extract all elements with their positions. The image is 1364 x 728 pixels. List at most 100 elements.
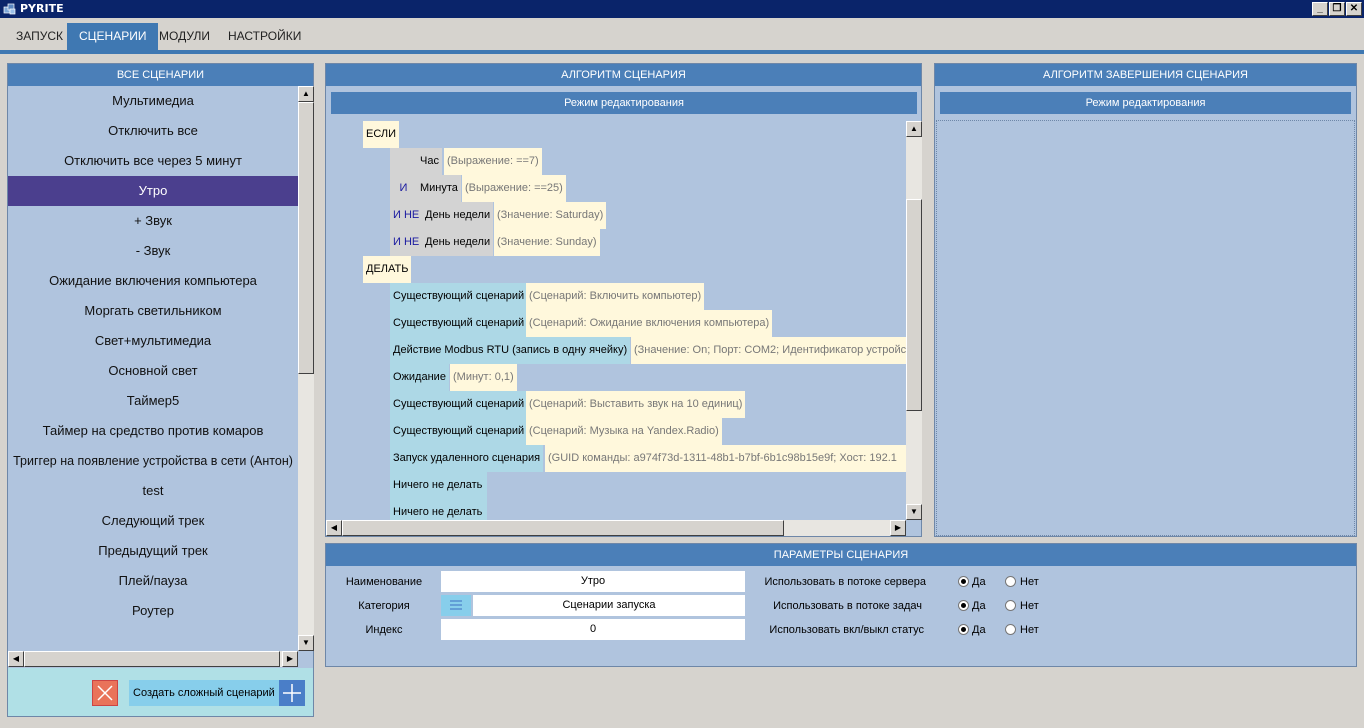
algorithm-vscroll[interactable]: ▲ ▼ [906, 121, 922, 520]
scroll-thumb[interactable] [24, 651, 280, 667]
condition-name[interactable]: День недели [422, 202, 494, 229]
action-name[interactable]: Существующий сценарий [390, 391, 528, 418]
index-label: Индекс [365, 624, 403, 636]
scenario-item[interactable]: test [8, 476, 298, 506]
scroll-right-button[interactable]: ▶ [282, 651, 298, 667]
tab-underline [0, 50, 1364, 54]
main-tabs: ЗАПУСК СЦЕНАРИИ МОДУЛИ НАСТРОЙКИ [0, 18, 1364, 50]
task-thread-label: Использовать в потоке задач [773, 600, 922, 612]
name-field[interactable]: Утро [441, 571, 745, 592]
scenario-item[interactable]: Роутер [8, 596, 298, 626]
server-thread-yes-radio[interactable] [958, 576, 969, 587]
scenario-item[interactable]: Свет+мультимедиа [8, 326, 298, 356]
condition-param[interactable]: (Выражение: ==7) [444, 148, 542, 175]
scroll-down-button[interactable]: ▼ [906, 504, 922, 520]
tab-settings[interactable]: НАСТРОЙКИ [216, 23, 313, 50]
scenario-item[interactable]: Предыдущий трек [8, 536, 298, 566]
scenario-item[interactable]: Ожидание включения компьютера [8, 266, 298, 296]
yes-label: Да [972, 576, 986, 588]
finish-algorithm-canvas[interactable] [936, 120, 1355, 536]
action-name[interactable]: Ничего не делать [390, 499, 487, 520]
tab-launch[interactable]: ЗАПУСК [4, 23, 75, 50]
scenario-item[interactable]: Основной свет [8, 356, 298, 386]
scenario-item[interactable]: Таймер на средство против комаров [8, 416, 298, 446]
no-label: Нет [1020, 576, 1039, 588]
action-name[interactable]: Существующий сценарий [390, 418, 528, 445]
action-param[interactable]: (Сценарий: Включить компьютер) [526, 283, 705, 310]
action-param[interactable]: (Сценарий: Музыка на Yandex.Radio) [526, 418, 722, 445]
scenario-item[interactable]: Триггер на появление устройства в сети (… [8, 446, 298, 476]
add-scenario-button[interactable] [279, 680, 305, 706]
scenario-item[interactable]: Моргать светильником [8, 296, 298, 326]
condition-operator: И [390, 175, 417, 202]
scenario-item[interactable]: Таймер5 [8, 386, 298, 416]
algorithm-mode-bar[interactable]: Режим редактирования [331, 92, 917, 114]
scenario-item[interactable]: Мультимедиа [8, 86, 298, 116]
category-label: Категория [358, 600, 410, 612]
scroll-right-button[interactable]: ▶ [890, 520, 906, 536]
algorithm-hscroll[interactable]: ◀ ▶ [326, 520, 906, 536]
minimize-button[interactable]: _ [1312, 2, 1328, 16]
scenario-item[interactable]: Следующий трек [8, 506, 298, 536]
scroll-up-button[interactable]: ▲ [906, 121, 922, 137]
scroll-up-button[interactable]: ▲ [298, 86, 314, 102]
index-field[interactable]: 0 [441, 619, 745, 640]
action-name[interactable]: Существующий сценарий [390, 283, 528, 310]
action-param[interactable]: (Значение: On; Порт: COM2; Идентификатор… [631, 337, 906, 364]
scenario-item[interactable]: Плей/пауза [8, 566, 298, 596]
pyrite-icon [3, 3, 16, 15]
action-param[interactable]: (Сценарий: Выставить звук на 10 единиц) [526, 391, 746, 418]
do-block[interactable]: ДЕЛАТЬ [363, 256, 412, 283]
task-thread-yes-radio[interactable] [958, 600, 969, 611]
server-thread-no-radio[interactable] [1005, 576, 1016, 587]
tab-scenarios[interactable]: СЦЕНАРИИ [67, 23, 159, 50]
scenario-list-vscroll[interactable]: ▲ ▼ [298, 86, 314, 651]
condition-name[interactable]: День недели [422, 229, 494, 256]
action-name[interactable]: Ничего не делать [390, 472, 487, 499]
action-param[interactable]: (GUID команды: a974f73d-1311-48b1-b7bf-6… [545, 445, 906, 472]
create-complex-scenario-button[interactable]: Создать сложный сценарий [129, 680, 279, 706]
scenario-item[interactable]: + Звук [8, 206, 298, 236]
task-thread-no-radio[interactable] [1005, 600, 1016, 611]
scroll-thumb[interactable] [906, 199, 922, 411]
scroll-thumb[interactable] [298, 102, 314, 374]
condition-name[interactable]: Минута [417, 175, 461, 202]
action-name[interactable]: Существующий сценарий [390, 310, 528, 337]
scenario-item[interactable]: Отключить все [8, 116, 298, 146]
finish-mode-bar[interactable]: Режим редактирования [940, 92, 1351, 114]
close-icon [97, 685, 113, 701]
condition-param[interactable]: (Значение: Saturday) [494, 202, 607, 229]
action-name[interactable]: Действие Modbus RTU (запись в одну ячейк… [390, 337, 631, 364]
action-param[interactable]: (Сценарий: Ожидание включения компьютера… [526, 310, 773, 337]
scenario-list-hscroll[interactable]: ◀ ▶ [8, 651, 298, 667]
no-label: Нет [1020, 624, 1039, 636]
scroll-left-button[interactable]: ◀ [8, 651, 24, 667]
tab-modules[interactable]: МОДУЛИ [147, 23, 222, 50]
category-field[interactable]: Сценарии запуска [473, 595, 745, 616]
plus-icon [283, 684, 301, 702]
title-bar: PYRITE _ ❐ ✕ [0, 0, 1364, 18]
close-button[interactable]: ✕ [1346, 2, 1362, 16]
params-panel: ПАРАМЕТРЫ СЦЕНАРИЯ Наименование Утро Кат… [325, 543, 1357, 667]
condition-name[interactable]: Час [417, 148, 442, 175]
delete-scenario-button[interactable] [92, 680, 118, 706]
action-name[interactable]: Ожидание [390, 364, 449, 391]
onoff-status-no-radio[interactable] [1005, 624, 1016, 635]
scroll-down-button[interactable]: ▼ [298, 635, 314, 651]
algorithm-canvas: ЕСЛИ Час (Выражение: ==7) И Минута (Выра… [326, 121, 906, 520]
scroll-left-button[interactable]: ◀ [326, 520, 342, 536]
scenario-item-selected[interactable]: Утро [8, 176, 298, 206]
condition-param[interactable]: (Значение: Sunday) [494, 229, 600, 256]
condition-param[interactable]: (Выражение: ==25) [462, 175, 566, 202]
category-picker-button[interactable] [441, 595, 471, 616]
action-name[interactable]: Запуск удаленного сценария [390, 445, 544, 472]
action-param[interactable]: (Минут: 0,1) [450, 364, 517, 391]
onoff-status-yes-radio[interactable] [958, 624, 969, 635]
condition-operator: И НЕ [390, 229, 422, 256]
maximize-button[interactable]: ❐ [1329, 2, 1345, 16]
if-block[interactable]: ЕСЛИ [363, 121, 400, 148]
scroll-thumb[interactable] [342, 520, 784, 536]
scenario-item[interactable]: Отключить все через 5 минут [8, 146, 298, 176]
scenario-item[interactable]: - Звук [8, 236, 298, 266]
scenario-actions: Создать сложный сценарий [8, 668, 313, 716]
